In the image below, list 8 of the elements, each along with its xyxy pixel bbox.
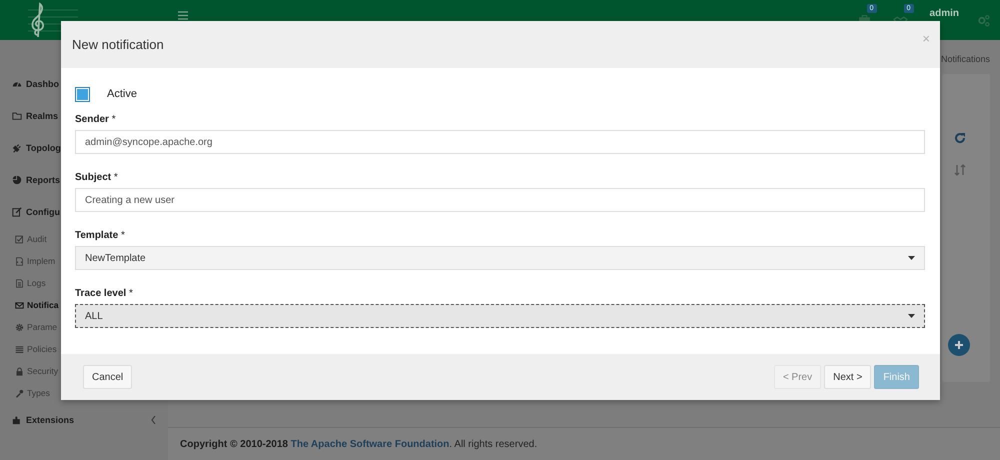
field-label: Subject * [75, 172, 119, 183]
rights-text: . All rights reserved. [449, 438, 538, 450]
checkbox-label: Active [107, 88, 137, 100]
field-label: Template * [75, 230, 126, 241]
field-label: Trace level * [75, 288, 134, 299]
modal-title: New notification [72, 37, 164, 52]
field-label: Sender * [75, 114, 117, 125]
copyright-text: Copyright © 2010-2018 [180, 438, 288, 450]
